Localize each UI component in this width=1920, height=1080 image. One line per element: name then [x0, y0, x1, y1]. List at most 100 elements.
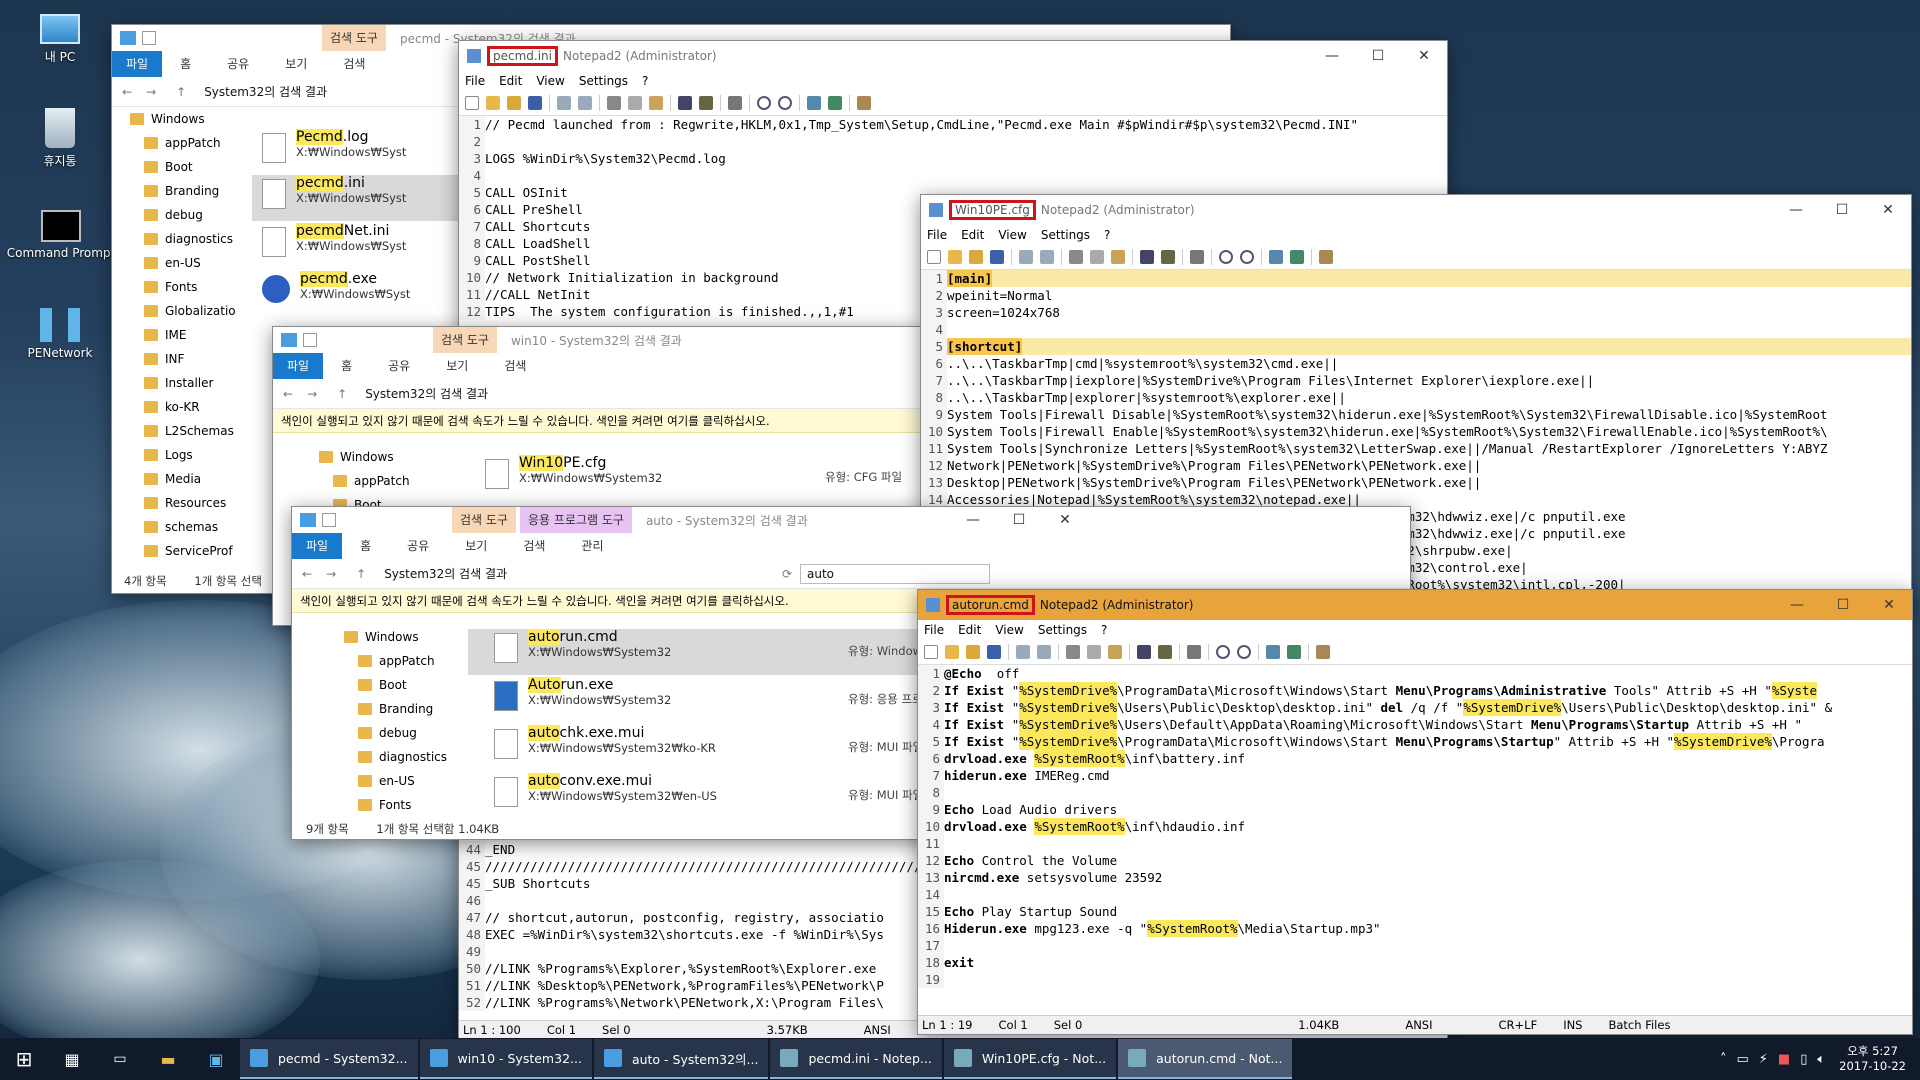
scheme-icon[interactable]: [1266, 645, 1280, 659]
clock[interactable]: 오후 5:27 2017-10-22: [1839, 1044, 1906, 1074]
close-icon[interactable]: ✕: [1866, 597, 1912, 613]
redo-icon[interactable]: [1037, 645, 1051, 659]
undo-icon[interactable]: [1019, 250, 1033, 264]
ribbon-context-tab-search-tools[interactable]: 검색 도구: [452, 507, 516, 533]
tree-item[interactable]: Logs: [130, 443, 236, 467]
tree-item[interactable]: ko-KR: [130, 395, 236, 419]
tree-item[interactable]: Branding: [344, 697, 447, 721]
tree-item[interactable]: L2Schemas: [130, 419, 236, 443]
back-arrow-icon[interactable]: ←: [283, 387, 293, 401]
tree-item[interactable]: Boot: [344, 673, 447, 697]
address-bar[interactable]: ← → ↑ System32의 검색 결과 ⟳ auto: [292, 559, 1410, 589]
zoom-in-icon[interactable]: [1216, 645, 1230, 659]
paste-icon[interactable]: [1111, 250, 1125, 264]
minimize-icon[interactable]: —: [1773, 202, 1819, 218]
ribbon-tab-search[interactable]: 검색: [486, 357, 544, 379]
address-bar[interactable]: ← → ↑ System32의 검색 결과: [273, 379, 921, 409]
tree-item[interactable]: Windows: [344, 625, 447, 649]
desktop-icon-penetwork[interactable]: PENetwork: [20, 308, 100, 360]
tree-item[interactable]: ServiceProf: [130, 539, 236, 563]
list-item[interactable]: Autorun.exe X:₩Windows₩System32 유형: 응용 프로: [494, 677, 928, 723]
taskbar-button-win10pe-notepad[interactable]: Win10PE.cfg - Not...: [943, 1039, 1117, 1079]
ribbon-tab-home[interactable]: 홈: [342, 537, 389, 559]
wordwrap-icon[interactable]: [1190, 250, 1204, 264]
list-item[interactable]: Pecmd.log X:₩Windows₩Syst: [262, 129, 406, 175]
list-item[interactable]: pecmdNet.ini X:₩Windows₩Syst: [262, 223, 406, 269]
battery-tray-icon[interactable]: ▯: [1800, 1052, 1807, 1067]
taskbar-button-autorun-notepad[interactable]: autorun.cmd - Not...: [1118, 1039, 1293, 1079]
tree-item[interactable]: Boot: [130, 155, 236, 179]
menu-help[interactable]: ?: [642, 74, 648, 88]
tree-item[interactable]: Fonts: [344, 793, 447, 817]
menu-settings[interactable]: Settings: [1041, 228, 1090, 242]
ribbon-tab-file[interactable]: 파일: [273, 353, 324, 379]
menu-help[interactable]: ?: [1101, 623, 1107, 637]
explorer-pinned-icon[interactable]: ▬: [144, 1050, 192, 1069]
ribbon-tab-share[interactable]: 공유: [389, 537, 447, 559]
tree-item[interactable]: Branding: [130, 179, 236, 203]
customize-icon[interactable]: [1290, 250, 1304, 264]
list-item[interactable]: pecmd.exe X:₩Windows₩Syst: [262, 271, 410, 317]
open-icon[interactable]: [948, 250, 962, 264]
redo-icon[interactable]: [1040, 250, 1054, 264]
ribbon-context-tab-app-tools[interactable]: 응용 프로그램 도구: [519, 507, 632, 533]
list-item[interactable]: autorun.cmd X:₩Windows₩System32 유형: Windo…: [468, 629, 928, 675]
ribbon-tab-view[interactable]: 보기: [428, 357, 486, 379]
tree-item[interactable]: Windows: [130, 107, 236, 131]
menu-view[interactable]: View: [536, 74, 564, 88]
start-icon[interactable]: ⊞: [0, 1047, 48, 1071]
save-icon[interactable]: [990, 250, 1004, 264]
new-icon[interactable]: [465, 96, 479, 110]
taskbar-button-win10-explorer[interactable]: win10 - System32...: [419, 1039, 592, 1079]
menu-edit[interactable]: Edit: [499, 74, 522, 88]
ribbon-tab-search[interactable]: 검색: [325, 55, 383, 77]
tree-item[interactable]: Installer: [130, 371, 236, 395]
customize-icon[interactable]: [828, 96, 842, 110]
new-icon[interactable]: [924, 645, 938, 659]
tree-item[interactable]: schemas: [130, 515, 236, 539]
undo-icon[interactable]: [557, 96, 571, 110]
menu-settings[interactable]: Settings: [579, 74, 628, 88]
tree-item[interactable]: debug: [344, 721, 447, 745]
zoom-in-icon[interactable]: [1219, 250, 1233, 264]
tree-item[interactable]: appPatch: [344, 649, 447, 673]
scheme-icon[interactable]: [807, 96, 821, 110]
desktop-icon-this-pc[interactable]: 내 PC: [20, 10, 100, 65]
menu-help[interactable]: ?: [1104, 228, 1110, 242]
network-tray-icon[interactable]: ▭: [1736, 1052, 1748, 1067]
minimize-icon[interactable]: —: [950, 512, 996, 528]
save-icon[interactable]: [528, 96, 542, 110]
tree-item[interactable]: en-US: [130, 251, 236, 275]
tree-item[interactable]: diagnostics: [130, 227, 236, 251]
ribbon-tab-share[interactable]: 공유: [209, 55, 267, 77]
open-icon[interactable]: [945, 645, 959, 659]
ribbon-tab-view[interactable]: 보기: [447, 537, 505, 559]
menu-file[interactable]: File: [927, 228, 947, 242]
tree-item[interactable]: appPatch: [130, 131, 236, 155]
exit-icon[interactable]: [1316, 645, 1330, 659]
editor-text-area-lower[interactable]: 44 _END 45////////////////////////////////…: [459, 841, 919, 1011]
editor-text-area[interactable]: 1 [main] 2 wpeinit=Normal 3 screen=1024x768 4 5…: [921, 270, 1911, 508]
cut-icon[interactable]: [1066, 645, 1080, 659]
menu-view[interactable]: View: [995, 623, 1023, 637]
browse-icon[interactable]: [507, 96, 521, 110]
replace-icon[interactable]: [699, 96, 713, 110]
volume-tray-icon[interactable]: 🔈︎: [1817, 1052, 1825, 1067]
desktop-icon-command-prompt[interactable]: Command Prompt: [6, 210, 116, 260]
ribbon-tab-home[interactable]: 홈: [323, 357, 370, 379]
close-icon[interactable]: ✕: [1042, 512, 1088, 528]
search-input[interactable]: auto: [800, 563, 990, 584]
undo-icon[interactable]: [1016, 645, 1030, 659]
zoom-out-icon[interactable]: [778, 96, 792, 110]
list-item[interactable]: autochk.exe.mui X:₩Windows₩System32₩ko-KR…: [494, 725, 928, 771]
replace-icon[interactable]: [1161, 250, 1175, 264]
list-item[interactable]: Win10PE.cfg X:₩Windows₩System32 유형: CFG 파…: [485, 455, 902, 501]
power-tray-icon[interactable]: ⚡: [1759, 1052, 1768, 1067]
tree-item[interactable]: INF: [130, 347, 236, 371]
taskbar-button-auto-explorer[interactable]: auto - System32의...: [593, 1039, 769, 1079]
zoom-out-icon[interactable]: [1237, 645, 1251, 659]
tray-arrow-icon[interactable]: ˄: [1720, 1052, 1727, 1067]
color-tray-icon[interactable]: ■: [1778, 1052, 1790, 1067]
up-arrow-icon[interactable]: ↑: [176, 85, 186, 99]
tree-item[interactable]: en-US: [344, 769, 447, 793]
